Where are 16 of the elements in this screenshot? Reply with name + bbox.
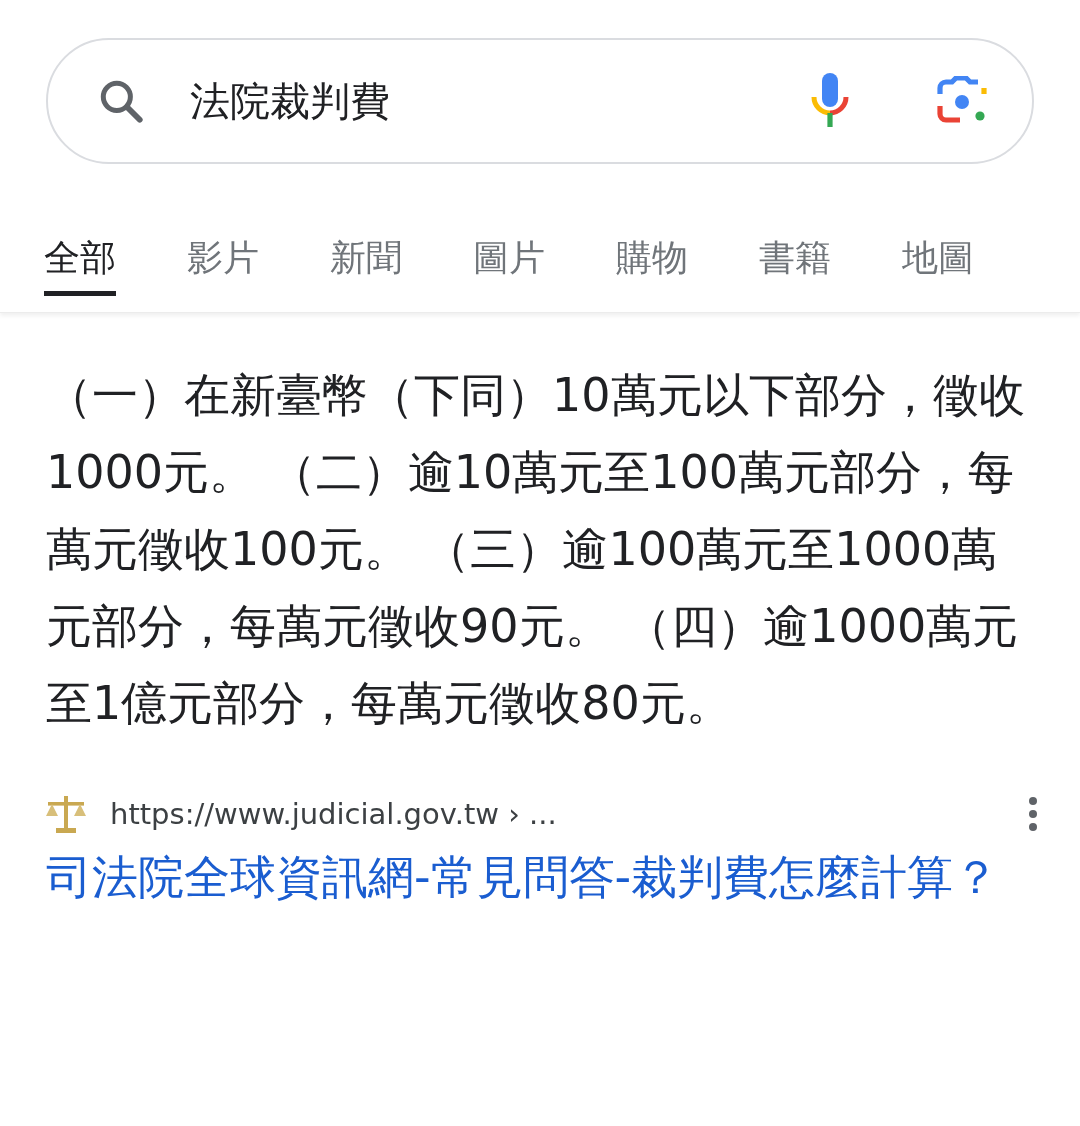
featured-snippet-text: （一）在新臺幣（下同）10萬元以下部分，徵收1000元。 （二）逾10萬元至100萬元部分，每萬元徵收100元。 （三）逾100萬元至1000萬元部分，每萬元徵收90元。 （四）逾1000萬元至1億元部分，每萬元徵收80元。 (46, 367, 1026, 732)
search-field[interactable]: 法院裁判費 (46, 38, 1034, 164)
microphone-icon[interactable] (810, 73, 850, 129)
search-tab[interactable]: 圖片 (473, 234, 545, 296)
search-tab[interactable]: 地圖 (902, 234, 974, 296)
search-tab[interactable]: 購物 (616, 234, 688, 296)
search-tab[interactable]: 全部 (44, 234, 116, 296)
camera-icon[interactable] (936, 76, 988, 126)
search-tab[interactable]: 書籍 (759, 234, 831, 296)
more-options-icon[interactable] (1028, 796, 1038, 832)
result-title-link[interactable]: 司法院全球資訊網-常見問答-裁判費怎麼計算？ (46, 842, 1040, 912)
scales-icon (44, 794, 88, 834)
search-query: 法院裁判費 (190, 76, 391, 126)
search-tab[interactable]: 影片 (187, 234, 259, 296)
result-url: https://www.judicial.gov.tw › ... (110, 797, 558, 831)
search-tab[interactable]: 新聞 (330, 234, 402, 296)
